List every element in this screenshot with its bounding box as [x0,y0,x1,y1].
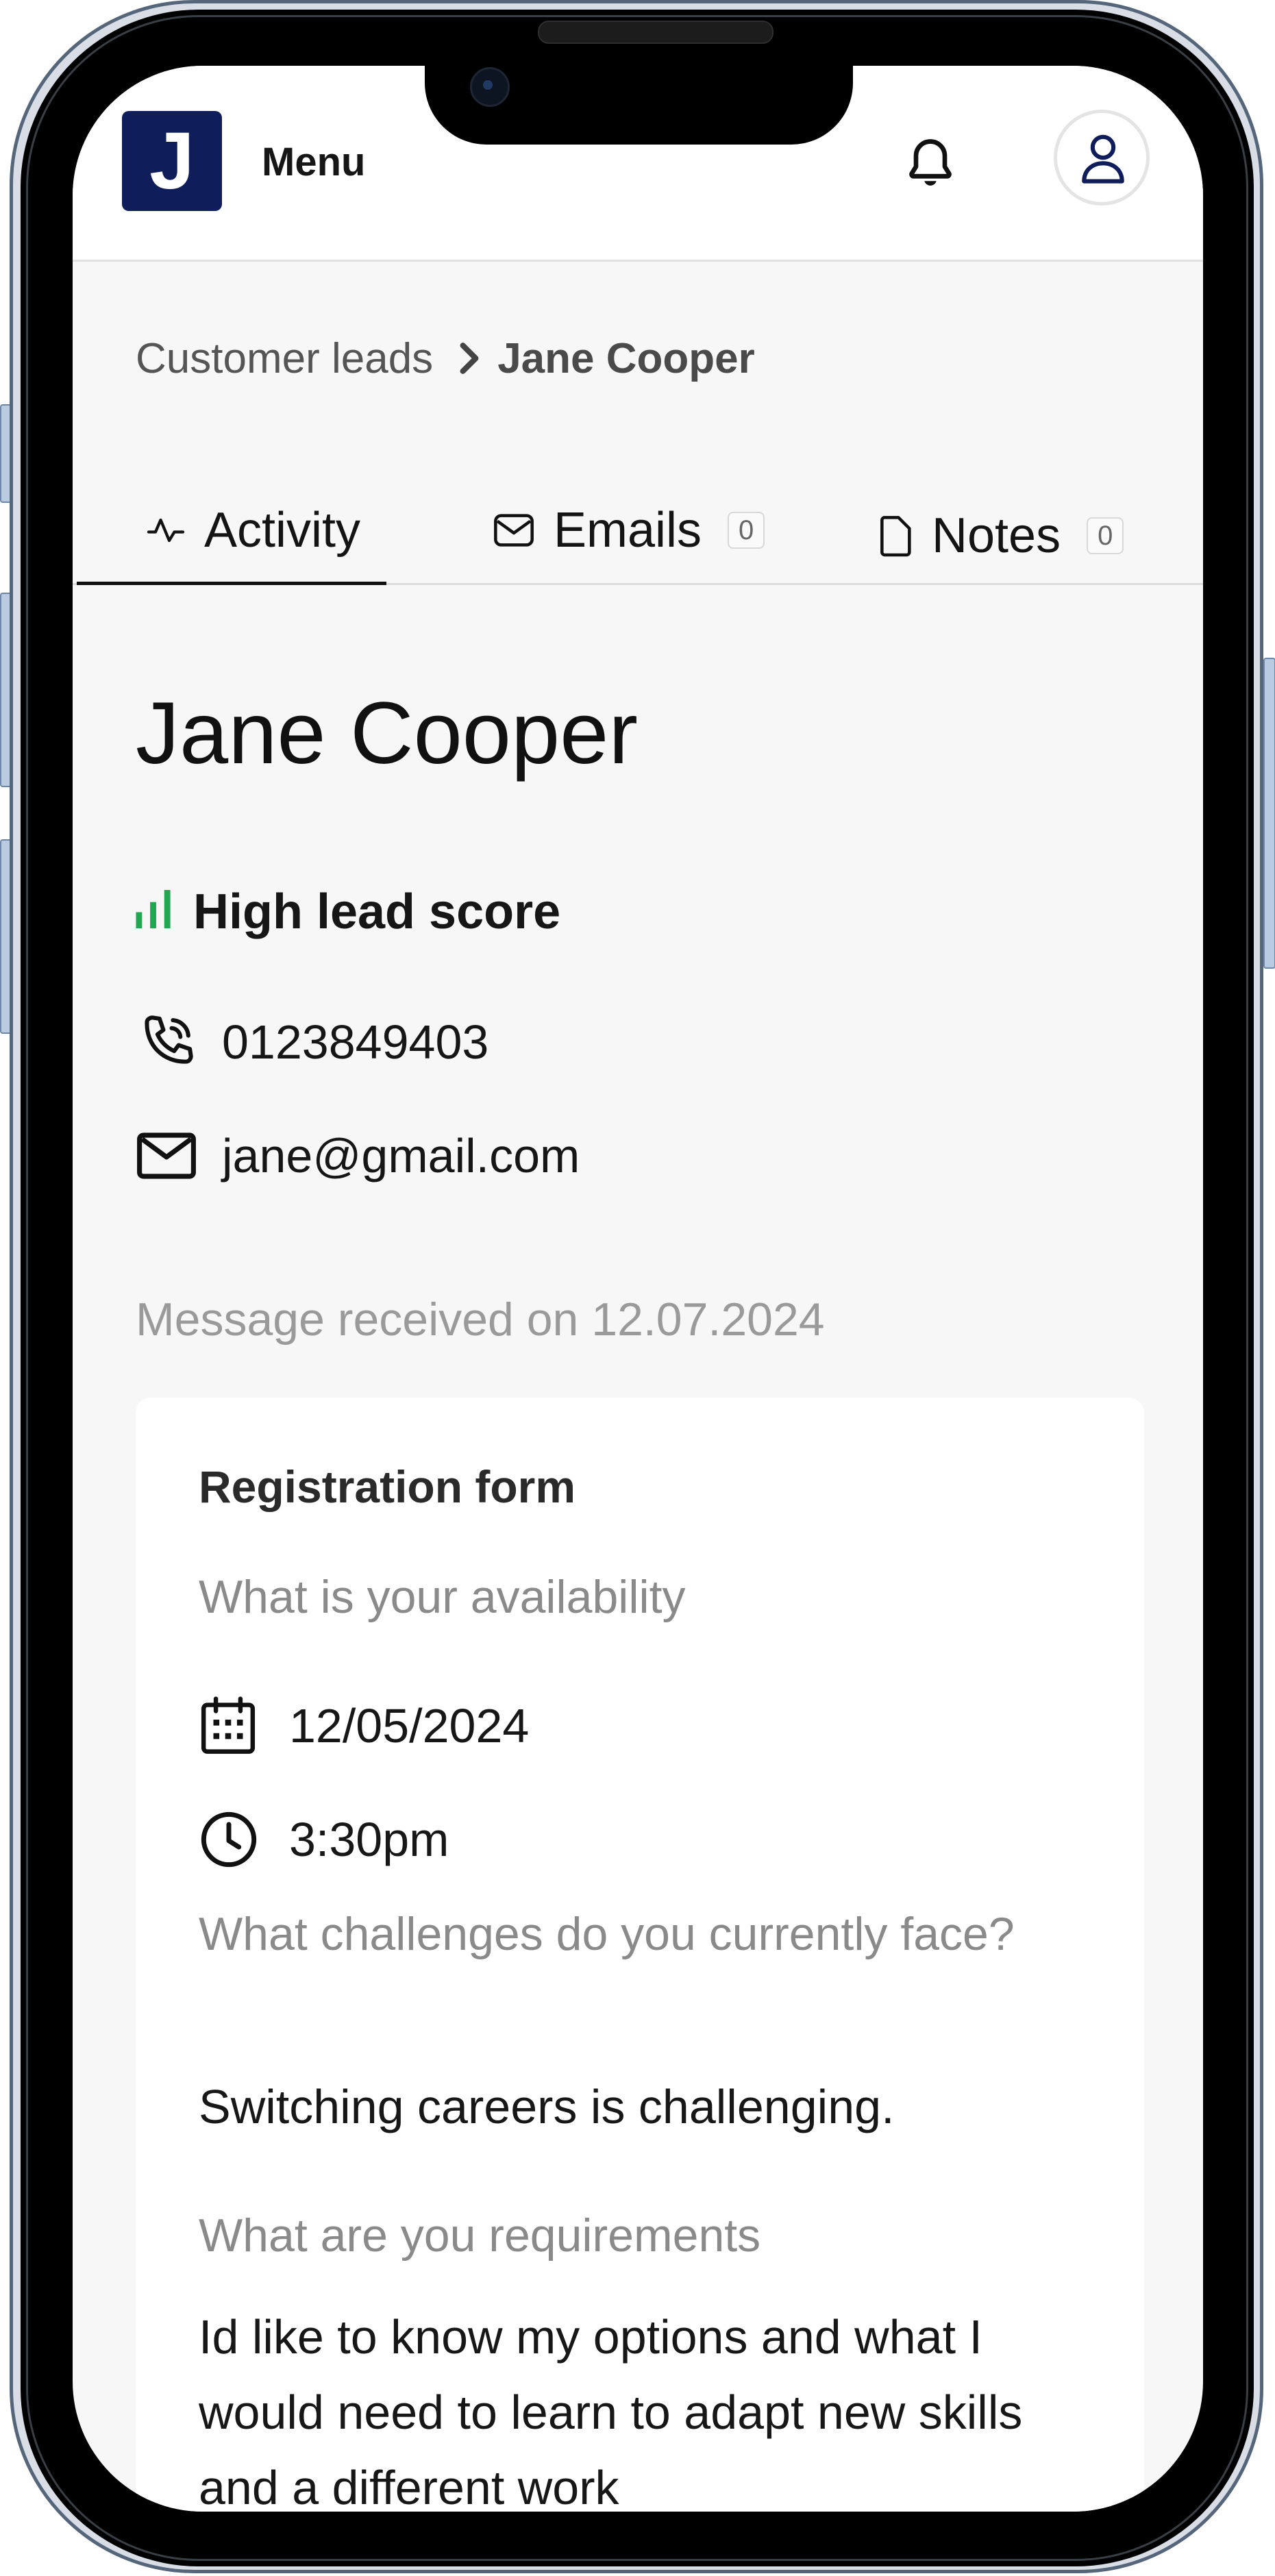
bell-icon[interactable] [902,134,959,192]
time-value: 3:30pm [289,1813,449,1866]
tab-activity[interactable]: Activity [76,477,387,585]
question-requirements: What are you requirements [199,2209,761,2262]
activity-icon [145,510,186,551]
side-button-power[interactable] [1263,658,1275,969]
date-value: 12/05/2024 [289,1699,530,1753]
speaker-grille [538,21,773,44]
phone-number: 0123849403 [222,1015,489,1069]
notes-count-badge: 0 [1087,517,1124,554]
question-availability: What is your availability [199,1571,686,1623]
availability-date: 12/05/2024 [199,1695,529,1757]
email-address: jane@gmail.com [222,1129,580,1182]
breadcrumb-current: Jane Cooper [497,335,755,382]
lead-name: Jane Cooper [136,684,638,782]
breadcrumb-parent-link[interactable]: Customer leads [136,335,433,382]
answer-requirements: Id like to know my options and what I wo… [199,2310,1023,2512]
app-screen: J Menu Customer leads Jane Cooper Activit… [73,66,1203,2512]
email-row[interactable]: jane@gmail.com [136,1125,580,1187]
tab-label: Notes [932,508,1061,563]
user-icon [1082,134,1124,184]
signal-bars-icon [136,881,173,943]
phone-row[interactable]: 0123849403 [136,1011,488,1073]
lead-score-label: High lead score [193,884,561,939]
tab-notes[interactable]: Notes 0 [876,482,1124,589]
lead-score: High lead score [136,881,560,943]
chevron-right-icon [458,334,481,389]
tab-bar: Activity Emails 0 Notes 0 [73,477,1203,585]
card-title: Registration form [199,1461,576,1512]
registration-form-card: Registration form What is your availabil… [136,1398,1144,2512]
tab-emails[interactable]: Emails 0 [492,477,765,583]
message-received-date: Message received on 12.07.2024 [136,1293,825,1346]
phone-icon [136,1011,204,1073]
tab-label: Emails [554,502,702,558]
front-camera [470,67,510,107]
breadcrumb: Customer leads Jane Cooper [136,332,755,389]
question-challenges: What challenges do you currently face? [199,1908,1015,1960]
mail-icon [492,510,536,551]
email-count-badge: 0 [728,511,765,549]
brand-logo[interactable]: J [122,111,222,211]
answer-challenges: Switching careers is challenging. [199,2080,895,2133]
availability-time: 3:30pm [199,1809,449,1870]
tab-label: Activity [204,502,361,558]
menu-button[interactable]: Menu [262,138,365,186]
calendar-icon [199,1695,260,1757]
mail-icon [136,1130,204,1182]
clock-icon [199,1809,260,1870]
file-icon [876,514,914,558]
user-avatar-button[interactable] [1054,110,1150,206]
